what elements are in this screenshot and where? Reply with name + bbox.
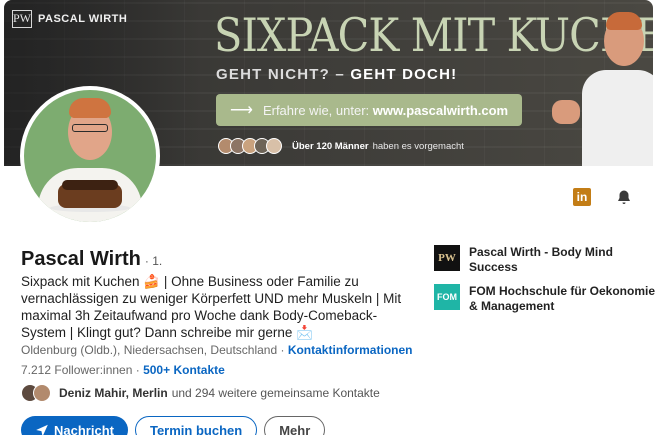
- message-button-label: Nachricht: [54, 422, 114, 435]
- linkedin-icon[interactable]: in: [573, 188, 591, 206]
- followers-count: 7.212 Follower:innen: [21, 363, 133, 377]
- separator: ·: [132, 363, 144, 377]
- brand-logo: PW: [12, 10, 32, 28]
- avatar: [33, 384, 51, 402]
- book-appointment-button[interactable]: Termin buchen: [134, 416, 258, 435]
- banner-social-proof: Über 120 Männer haben es vorgemacht: [218, 138, 464, 154]
- more-button[interactable]: Mehr: [264, 416, 326, 435]
- banner-cta: ⟶ Erfahre wie, unter: www.pascalwirth.co…: [216, 94, 522, 126]
- banner-subline: GEHT NICHT? – GEHT DOCH!: [216, 66, 457, 83]
- mutual-avatars: [21, 384, 51, 402]
- profile-name: Pascal Wirth: [21, 248, 141, 270]
- banner-cta-url: www.pascalwirth.com: [372, 102, 509, 118]
- contact-info-link[interactable]: Kontaktinformationen: [288, 343, 413, 357]
- banner-person-hair: [606, 12, 642, 30]
- send-icon: [36, 424, 48, 435]
- message-button[interactable]: Nachricht: [21, 416, 128, 435]
- name-row: Pascal Wirth · 1.: [21, 248, 162, 271]
- banner-person-image: [552, 10, 653, 166]
- connections-link[interactable]: 500+ Kontakte: [143, 363, 225, 377]
- photo-glasses: [72, 124, 108, 132]
- location-row: Oldenburg (Oldb.), Niedersachsen, Deutsc…: [21, 343, 412, 357]
- banner-subline-part2: GEHT DOCH!: [350, 66, 458, 83]
- photo-hair: [69, 98, 111, 118]
- banner-person-hand: [552, 100, 580, 124]
- more-button-label: Mehr: [279, 422, 311, 435]
- arrow-right-icon: ⟶: [230, 102, 253, 119]
- profile-photo[interactable]: [20, 86, 160, 226]
- photo-cake-top: [62, 180, 118, 190]
- school-logo: FOM: [434, 284, 460, 310]
- profile-headline: Sixpack mit Kuchen 🍰 | Ohne Business ode…: [21, 274, 402, 340]
- followers-row: 7.212 Follower:innen · 500+ Kontakte: [21, 363, 225, 377]
- connection-degree: · 1.: [144, 254, 163, 268]
- banner-person-body: [582, 70, 653, 166]
- book-appointment-label: Termin buchen: [149, 422, 243, 435]
- mutual-names: Deniz Mahir, Merlin: [59, 386, 168, 400]
- social-rest: haben es vorgemacht: [372, 140, 464, 152]
- education-title: FOM Hochschule für Oekonomie & Managemen…: [469, 284, 656, 313]
- banner-cta-prefix: Erfahre wie, unter:: [262, 102, 373, 118]
- action-buttons: Nachricht Termin buchen Mehr: [21, 416, 326, 435]
- separator: ·: [277, 343, 288, 357]
- mutual-connections[interactable]: Deniz Mahir, Merlin und 294 weitere geme…: [21, 384, 380, 402]
- profile-card: PW PASCAL WIRTH SIXPACK MIT KUCHEN? GEHT…: [0, 0, 657, 435]
- bell-icon[interactable]: [614, 188, 634, 208]
- banner-cta-text: Erfahre wie, unter: www.pascalwirth.com: [263, 103, 508, 118]
- avatar: [266, 138, 282, 154]
- brand-name: PASCAL WIRTH: [38, 13, 128, 25]
- social-bold: Über 120 Männer: [292, 140, 369, 152]
- mutual-rest: und 294 weitere gemeinsame Kontakte: [171, 386, 380, 400]
- location: Oldenburg (Oldb.), Niedersachsen, Deutsc…: [21, 343, 278, 357]
- banner-subline-part1: GEHT NICHT? –: [216, 66, 351, 83]
- banner-brand: PW PASCAL WIRTH: [12, 10, 127, 28]
- experience-title: Pascal Wirth - Body Mind Success: [469, 245, 613, 274]
- company-logo: PW: [434, 245, 460, 271]
- education-item-fom[interactable]: FOM FOM Hochschule für Oekonomie & Manag…: [434, 284, 657, 314]
- experience-item-pascal-wirth[interactable]: PW Pascal Wirth - Body Mind Success: [434, 245, 657, 275]
- bell-icon-svg: [618, 190, 630, 204]
